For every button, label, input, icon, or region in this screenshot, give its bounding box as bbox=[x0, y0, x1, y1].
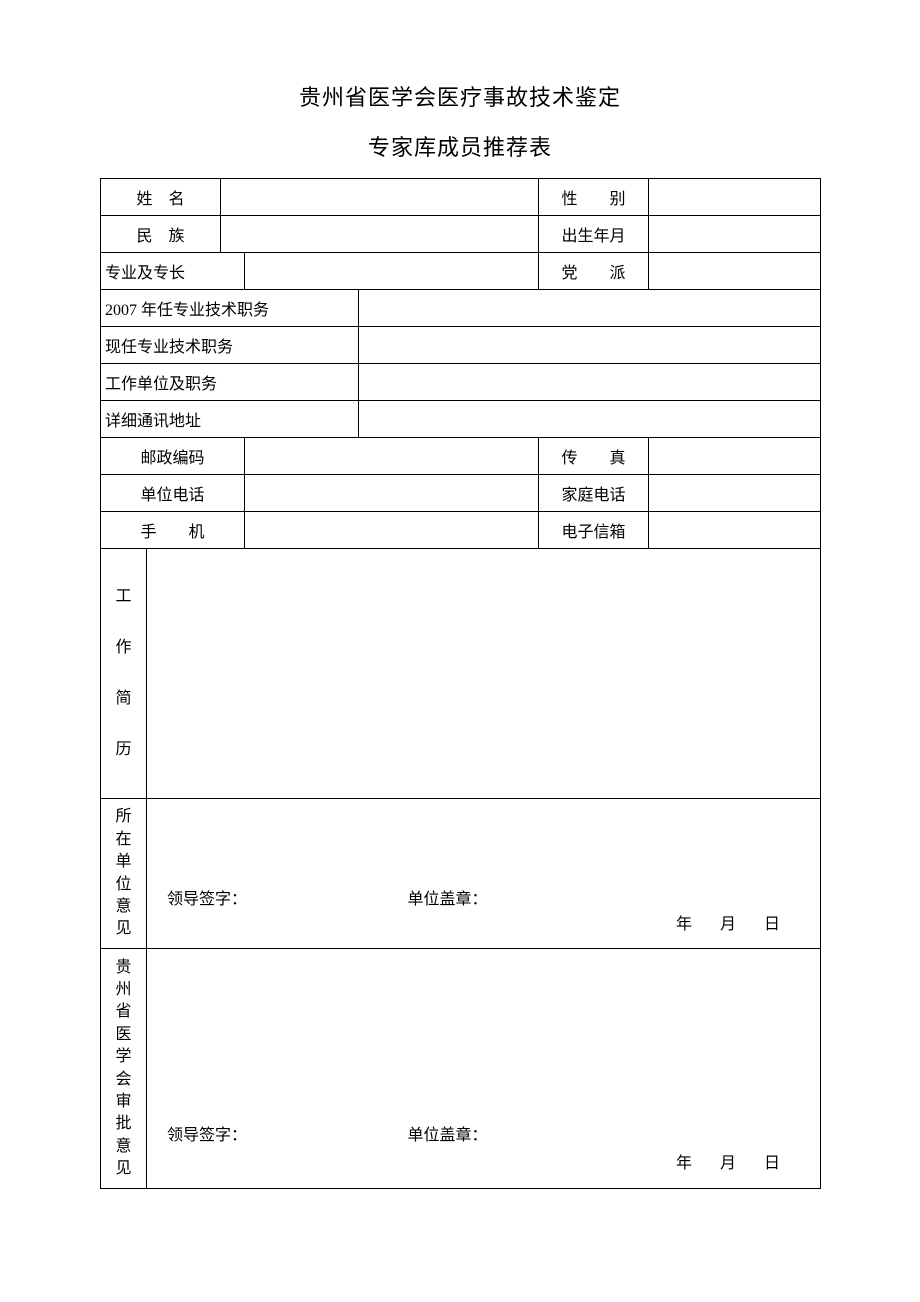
label-month-2: 月 bbox=[720, 1149, 736, 1173]
label-resume: 工 作 简 历 bbox=[101, 549, 147, 799]
label-year-2: 年 bbox=[676, 1149, 692, 1173]
label-gender: 性 别 bbox=[539, 179, 649, 216]
field-fax[interactable] bbox=[649, 438, 821, 475]
field-gender[interactable] bbox=[649, 179, 821, 216]
label-unitphone: 单位电话 bbox=[101, 475, 245, 512]
field-resume[interactable] bbox=[147, 549, 821, 799]
label-day-2: 日 bbox=[764, 1149, 780, 1173]
field-posnow[interactable] bbox=[359, 327, 821, 364]
field-specialty[interactable] bbox=[245, 253, 539, 290]
field-email[interactable] bbox=[649, 512, 821, 549]
label-year-1: 年 bbox=[676, 910, 692, 934]
field-ethnicity[interactable] bbox=[221, 216, 539, 253]
field-postcode[interactable] bbox=[245, 438, 539, 475]
label-day-1: 日 bbox=[764, 910, 780, 934]
recommendation-form-table: 姓 名 性 别 民 族 出生年月 专业及专长 党 派 2007 年任专业技术职务… bbox=[100, 178, 821, 1189]
label-address: 详细通讯地址 bbox=[101, 401, 359, 438]
label-postcode: 邮政编码 bbox=[101, 438, 245, 475]
label-pos2007: 2007 年任专业技术职务 bbox=[101, 290, 359, 327]
label-specialty: 专业及专长 bbox=[101, 253, 245, 290]
label-leader-sign-2: 领导签字： bbox=[167, 1121, 408, 1145]
label-leader-sign-1: 领导签字： bbox=[167, 885, 408, 909]
label-name: 姓 名 bbox=[101, 179, 221, 216]
label-email: 电子信箱 bbox=[539, 512, 649, 549]
label-assoc-opinion: 贵 州 省 医 学 会 审 批 意 见 bbox=[101, 949, 147, 1189]
label-workunit: 工作单位及职务 bbox=[101, 364, 359, 401]
field-name[interactable] bbox=[221, 179, 539, 216]
label-unit-seal-1: 单位盖章： bbox=[408, 885, 598, 909]
label-birth: 出生年月 bbox=[539, 216, 649, 253]
field-assoc-opinion[interactable]: 领导签字： 单位盖章： 年 月 日 bbox=[147, 949, 821, 1189]
label-posnow: 现任专业技术职务 bbox=[101, 327, 359, 364]
field-birth[interactable] bbox=[649, 216, 821, 253]
field-mobile[interactable] bbox=[245, 512, 539, 549]
page-title: 贵州省医学会医疗事故技术鉴定 bbox=[100, 80, 820, 112]
label-month-1: 月 bbox=[720, 910, 736, 934]
field-unit-opinion[interactable]: 领导签字： 单位盖章： 年 月 日 bbox=[147, 799, 821, 949]
field-homephone[interactable] bbox=[649, 475, 821, 512]
label-ethnicity: 民 族 bbox=[101, 216, 221, 253]
field-address[interactable] bbox=[359, 401, 821, 438]
label-unit-seal-2: 单位盖章： bbox=[408, 1121, 598, 1145]
label-unit-opinion: 所 在 单 位 意 见 bbox=[101, 799, 147, 949]
label-fax: 传 真 bbox=[539, 438, 649, 475]
label-mobile: 手 机 bbox=[101, 512, 245, 549]
label-party: 党 派 bbox=[539, 253, 649, 290]
field-party[interactable] bbox=[649, 253, 821, 290]
field-workunit[interactable] bbox=[359, 364, 821, 401]
page-subtitle: 专家库成员推荐表 bbox=[100, 130, 820, 162]
field-pos2007[interactable] bbox=[359, 290, 821, 327]
label-homephone: 家庭电话 bbox=[539, 475, 649, 512]
field-unitphone[interactable] bbox=[245, 475, 539, 512]
